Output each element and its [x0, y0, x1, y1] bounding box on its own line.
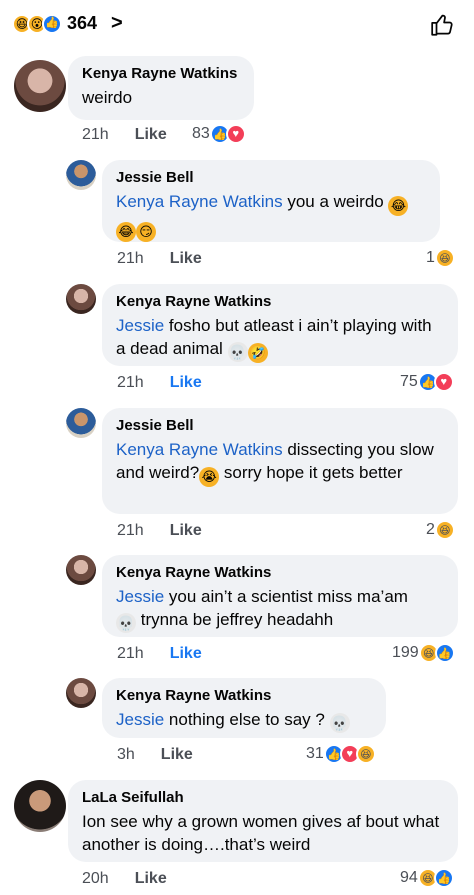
avatar[interactable]	[66, 408, 96, 438]
reaction-count: 31	[306, 745, 324, 762]
reaction-count: 75	[400, 373, 418, 390]
like-outline-icon[interactable]	[430, 12, 456, 38]
comment-time[interactable]: 3h	[117, 746, 135, 764]
haha-icon: 😆	[434, 520, 455, 540]
avatar[interactable]	[14, 780, 66, 832]
like-button[interactable]: Like	[170, 522, 202, 540]
like-icon: 👍	[434, 643, 455, 663]
avatar[interactable]	[66, 555, 96, 585]
comment-bubble[interactable]: Kenya Rayne Watkins weirdo	[68, 56, 254, 120]
reaction-count: 2	[426, 521, 435, 538]
rofl-emoji-icon: 🤣	[247, 343, 268, 363]
mention-link[interactable]: Kenya Rayne Watkins	[116, 192, 283, 211]
haha-icon: 😆	[434, 248, 455, 268]
like-button[interactable]: Like	[170, 645, 202, 663]
like-button[interactable]: Like	[170, 250, 202, 268]
comment-bubble[interactable]: Kenya Rayne Watkins Jessie fosho but atl…	[102, 284, 458, 366]
reaction-count: 199	[392, 644, 419, 661]
comment-text: Kenya Rayne Watkins you a weirdo 😂 😂 😏	[116, 190, 426, 242]
comment-actions: 21h Like	[117, 374, 202, 392]
comment-time[interactable]: 21h	[117, 645, 144, 663]
comment-actions: 21h Like	[117, 250, 202, 268]
comment-text: Ion see why a grown women gives af bout …	[82, 812, 440, 854]
comment-actions: 3h Like	[117, 746, 193, 764]
comment-text: weirdo	[82, 88, 133, 107]
comment-reactions[interactable]: 199 😆 👍	[392, 643, 455, 663]
love-icon: ♥	[433, 372, 454, 392]
chevron-right-icon: >	[111, 12, 123, 34]
comment-time[interactable]: 21h	[117, 250, 144, 268]
like-icon: 👍	[42, 13, 62, 34]
haha-icon: 😆	[355, 744, 376, 764]
comment-reactions[interactable]: 1 😆	[426, 248, 455, 268]
comment-author[interactable]: Kenya Rayne Watkins	[116, 293, 444, 310]
like-button[interactable]: Like	[170, 374, 202, 392]
comment-time[interactable]: 21h	[117, 522, 144, 540]
comment-actions: 21h Like	[117, 522, 202, 540]
comment-bubble[interactable]: Jessie Bell Kenya Rayne Watkins you a we…	[102, 160, 440, 242]
laughing-emoji-icon: 😂	[388, 196, 409, 216]
comment-reactions[interactable]: 75 👍 ♥	[400, 372, 454, 392]
reaction-count: 1	[426, 249, 435, 266]
reaction-count: 364	[67, 13, 98, 33]
comment-bubble[interactable]: LaLa Seifullah Ion see why a grown women…	[68, 780, 458, 862]
like-icon: 👍	[433, 868, 454, 888]
reaction-count: 83	[192, 125, 210, 142]
comment-bubble[interactable]: Jessie Bell Kenya Rayne Watkins dissecti…	[102, 408, 458, 514]
comment-text: Jessie fosho but atleast i ain’t playing…	[116, 314, 444, 363]
comment-author[interactable]: Kenya Rayne Watkins	[82, 65, 240, 82]
comment-reactions[interactable]: 83 👍 ♥	[192, 124, 246, 144]
avatar[interactable]	[66, 284, 96, 314]
like-button[interactable]: Like	[135, 870, 167, 888]
comment-bubble[interactable]: Kenya Rayne Watkins Jessie nothing else …	[102, 678, 386, 738]
reactions-header: 😆 😮 👍 364 >	[0, 0, 474, 52]
comment-reactions[interactable]: 2 😆	[426, 520, 455, 540]
comment-author[interactable]: Kenya Rayne Watkins	[116, 687, 372, 704]
skull-emoji-icon: 💀	[116, 613, 136, 633]
comment-actions: 21h Like	[82, 126, 167, 144]
mention-link[interactable]: Jessie	[116, 316, 164, 335]
comment-text: Jessie you ain’t a scientist miss ma’am …	[116, 587, 408, 633]
like-button[interactable]: Like	[161, 746, 193, 764]
reaction-count: 94	[400, 869, 418, 886]
reaction-summary[interactable]: 😆 😮 👍 364 >	[12, 12, 123, 35]
love-icon: ♥	[225, 124, 246, 144]
comment-time[interactable]: 21h	[117, 374, 144, 392]
comment-text: Jessie nothing else to say ? 💀	[116, 710, 350, 733]
crying-emoji-icon: 😭	[199, 467, 220, 487]
comment-time[interactable]: 20h	[82, 870, 109, 888]
avatar[interactable]	[14, 60, 66, 112]
like-button[interactable]: Like	[135, 126, 167, 144]
comment-reactions[interactable]: 31 👍 ♥ 😆	[306, 744, 376, 764]
comment-author[interactable]: Jessie Bell	[116, 169, 426, 186]
comment-author[interactable]: LaLa Seifullah	[82, 789, 444, 806]
avatar[interactable]	[66, 678, 96, 708]
laughing-emoji-icon: 😂	[116, 222, 136, 242]
mention-link[interactable]: Jessie	[116, 587, 164, 606]
mention-link[interactable]: Kenya Rayne Watkins	[116, 440, 283, 459]
smirking-emoji-icon: 😏	[136, 222, 156, 242]
comment-reactions[interactable]: 94 😆 👍	[400, 868, 454, 888]
avatar[interactable]	[66, 160, 96, 190]
mention-link[interactable]: Jessie	[116, 710, 164, 729]
comment-author[interactable]: Kenya Rayne Watkins	[116, 564, 444, 581]
skull-emoji-icon: 💀	[227, 342, 248, 362]
comment-actions: 21h Like	[117, 645, 202, 663]
comment-text: Kenya Rayne Watkins dissecting you slow …	[116, 438, 444, 487]
comment-bubble[interactable]: Kenya Rayne Watkins Jessie you ain’t a s…	[102, 555, 458, 637]
comment-author[interactable]: Jessie Bell	[116, 417, 444, 434]
comment-actions: 20h Like	[82, 870, 167, 888]
skull-emoji-icon: 💀	[329, 713, 350, 733]
comment-time[interactable]: 21h	[82, 126, 109, 144]
